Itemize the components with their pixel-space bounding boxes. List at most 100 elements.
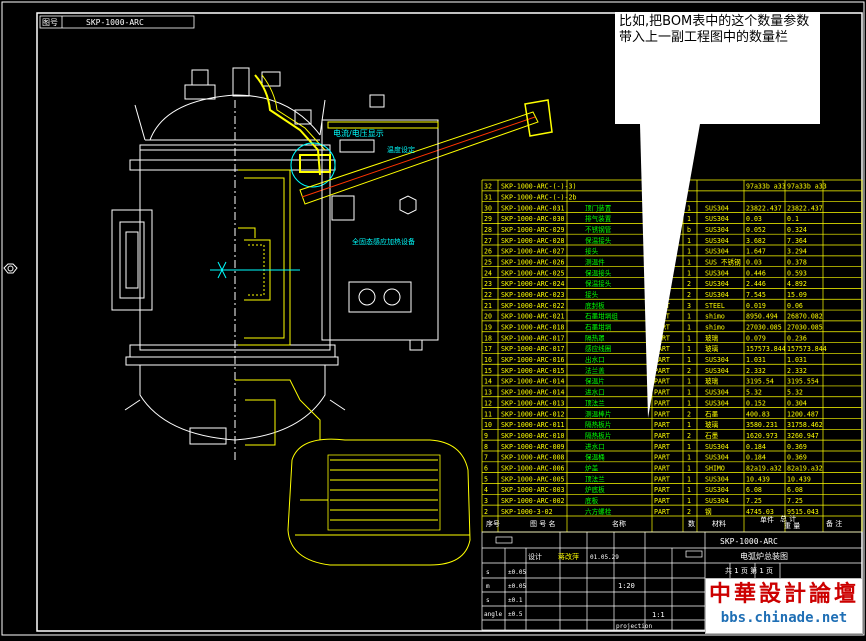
- detail-view: [287, 438, 471, 566]
- bom-row-type: PART: [654, 389, 670, 397]
- bom-row-qty: 1: [687, 454, 691, 462]
- bom-row-no: 32: [484, 183, 492, 191]
- bom-row-no: 11: [484, 410, 492, 418]
- bom-row-type: PART: [654, 432, 670, 440]
- bom-row-no: 7: [484, 454, 488, 462]
- bom-row-total-weight: 0.369: [787, 454, 807, 462]
- bom-row-unit-weight: 97a33b a33: [746, 183, 786, 191]
- bom-row-material: SUS304: [705, 269, 729, 277]
- bom-row-name: 炉盖: [585, 463, 599, 472]
- bom-row-no: 4: [484, 486, 488, 494]
- bom-row-qty: b: [687, 226, 691, 234]
- bom-row-no: 2: [484, 508, 488, 516]
- bom-row-name: 石墨坩埚: [585, 323, 612, 332]
- bom-row-qty: 1: [687, 399, 691, 407]
- bom-row-total-weight: 15.09: [787, 291, 807, 299]
- bom-row-type: PART: [654, 464, 670, 472]
- bom-row-code: SKP-1000-ARC-021: [501, 313, 565, 321]
- bom-row-no: 18: [484, 334, 492, 342]
- bom-row-name: 保温接头: [585, 268, 612, 277]
- bom-row-type: PART: [654, 497, 670, 505]
- bom-row-qty: 1: [687, 475, 691, 483]
- bom-row-material: SUS304: [705, 248, 729, 256]
- bom-row-unit-weight: 10.439: [746, 475, 770, 483]
- bom-row-name: 炉底板: [585, 485, 605, 494]
- annotation-callout: 比如,把BOM表中的这个数量参数 带入上一副工程图中的数量栏: [615, 12, 820, 124]
- nut-icon: [3, 263, 18, 274]
- bom-row-total-weight: 0.378: [787, 259, 807, 267]
- bom-row-qty: 2: [687, 410, 691, 418]
- bom-row-name: 排气装置: [585, 214, 612, 223]
- bom-row-name: 六方螺栓: [585, 507, 612, 516]
- bom-row-type: PART: [654, 486, 670, 494]
- bom-row-no: 12: [484, 399, 492, 407]
- bom-row-no: 3: [484, 497, 488, 505]
- bom-row-qty: 1: [687, 421, 691, 429]
- bom-row-unit-weight: 0.152: [746, 399, 766, 407]
- bom-row-code: SKP-1000-ARC-029: [501, 226, 565, 234]
- bom-row-qty: 1: [687, 443, 691, 451]
- bom-row-material: SUS304: [705, 237, 729, 245]
- bom-row-unit-weight: 0.03: [746, 215, 762, 223]
- bom-row-name: 保温接头: [585, 279, 612, 288]
- callout-pointer: [640, 124, 700, 418]
- bom-row-no: 24: [484, 269, 492, 277]
- drawing-no-value: SKP-1000-ARC: [86, 18, 144, 27]
- bom-row-unit-weight: 0.052: [746, 226, 766, 234]
- bom-row-no: 29: [484, 215, 492, 223]
- bom-row-qty: 1: [687, 356, 691, 364]
- bom-row-code: SKP-1000-ARC-028: [501, 237, 565, 245]
- bom-row-material: SUS304: [705, 497, 729, 505]
- bom-row-material: SHIMO: [705, 464, 725, 472]
- bom-row-code: SKP-1000-ARC-022: [501, 302, 565, 310]
- bom-row-unit-weight: 0.019: [746, 302, 766, 310]
- tol-2-value: ±0.05: [508, 583, 526, 590]
- bom-row-name: 测温棒片: [585, 409, 611, 418]
- bom-header-unit: 单件: [760, 515, 774, 524]
- bom-row-qty: 1: [687, 486, 691, 494]
- bom-header-weight: 重 量: [784, 522, 800, 530]
- bom-row-material: SUS 不锈钢: [705, 258, 741, 267]
- bom-row-no: 6: [484, 464, 488, 472]
- bom-row-material: STEEL: [705, 302, 725, 310]
- bom-row-unit-weight: 82a19.a32: [746, 464, 782, 472]
- projection-label: projection: [616, 623, 653, 630]
- bom-row-total-weight: 0.369: [787, 443, 807, 451]
- bom-row-qty: 1: [687, 237, 691, 245]
- bom-row-material: SUS304: [705, 475, 729, 483]
- bom-row-no: 8: [484, 443, 488, 451]
- bom-row-name: 顶法兰: [585, 398, 605, 407]
- bom-header-remark: 备 注: [826, 519, 842, 528]
- bom-header-code: 图 号 名: [530, 519, 555, 528]
- bom-row-no: 10: [484, 421, 492, 429]
- bom-row-name: 隔热板片: [585, 420, 611, 429]
- bom-row-code: SKP-1000-ARC-014: [501, 378, 565, 386]
- bom-row-material: 玻璃: [705, 420, 719, 429]
- bom-row-qty: 2: [687, 508, 691, 516]
- bom-row-code: SKP-1000-ARC-025: [501, 269, 565, 277]
- bom-row-no: 20: [484, 313, 492, 321]
- cad-viewport[interactable]: 图号 SKP-1000-ARC 电流/电压显示 温度设定 全固态感应加热设备 S…: [0, 0, 866, 637]
- bom-row-qty: 2: [687, 291, 691, 299]
- bom-row-total-weight: 26870.082: [787, 313, 823, 321]
- bom-row-total-weight: 7.364: [787, 237, 807, 245]
- bom-row-qty: 1: [687, 204, 691, 212]
- bom-row-code: SKP-1000-ARC-011: [501, 421, 565, 429]
- bom-row-qty: 1: [687, 378, 691, 386]
- bom-row-total-weight: 157573.844: [787, 345, 827, 353]
- bom-row-unit-weight: 0.184: [746, 443, 766, 451]
- bom-row-qty: 1: [687, 497, 691, 505]
- bom-row-no: 15: [484, 367, 492, 375]
- bom-row-material: shimo: [705, 313, 725, 321]
- bom-row-material: SUS304: [705, 454, 729, 462]
- bom-row-code: SKP-1000-ARC-002: [501, 497, 565, 505]
- bom-row-total-weight: 1.031: [787, 356, 807, 364]
- bom-row-total-weight: 7.25: [787, 497, 803, 505]
- sheet-info: 共 1 页 第 1 页: [725, 566, 773, 575]
- bom-row-unit-weight: 8950.494: [746, 313, 778, 321]
- bom-row-total-weight: 0.236: [787, 334, 807, 342]
- bom-row-code: SKP-1000-ARC-009: [501, 443, 565, 451]
- bom-row-unit-weight: 157573.844: [746, 345, 786, 353]
- bom-row-unit-weight: 0.079: [746, 334, 766, 342]
- bom-row-type: PART: [654, 443, 670, 451]
